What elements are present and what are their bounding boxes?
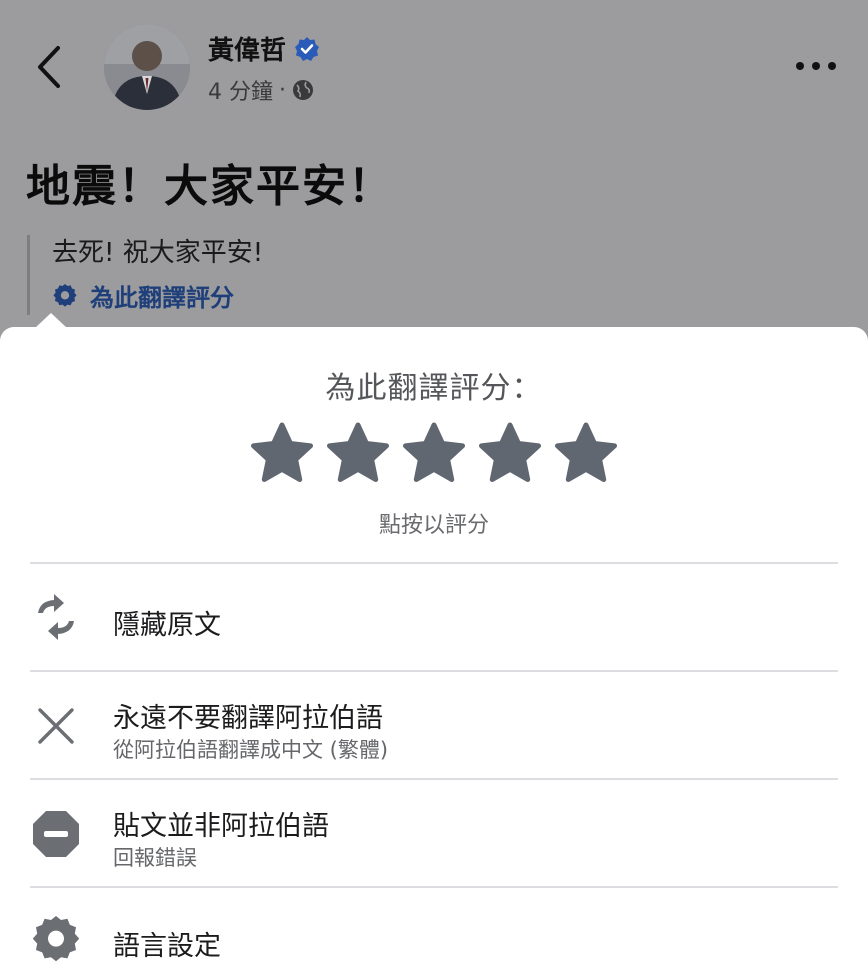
back-icon[interactable]: [30, 42, 70, 92]
sheet-title: 為此翻譯評分：: [325, 371, 543, 406]
gear-icon: [53, 283, 77, 307]
close-icon: [38, 708, 74, 744]
author-name[interactable]: 黃偉哲: [208, 30, 286, 67]
option-label: 永遠不要翻譯阿拉伯語: [113, 703, 383, 734]
avatar[interactable]: [104, 24, 190, 110]
more-options-icon[interactable]: [794, 58, 838, 74]
translation-options-sheet: 為此翻譯評分： 點按以評分 隱藏原文 永遠不要翻譯阿拉伯語 從阿拉伯語翻譯成中文…: [0, 313, 868, 979]
star-4-icon[interactable]: [478, 421, 542, 485]
star-3-icon[interactable]: [402, 421, 466, 485]
translation-quote-bar: [27, 235, 30, 315]
sheet-pointer: [35, 313, 67, 328]
tap-to-rate-hint: 點按以評分: [378, 513, 489, 538]
not-arabic-option[interactable]: 貼文並非阿拉伯語 回報錯誤: [0, 780, 868, 886]
rate-translation-link[interactable]: 為此翻譯評分: [52, 278, 234, 313]
gear-icon: [32, 916, 80, 962]
hide-original-option[interactable]: 隱藏原文: [0, 567, 868, 671]
avatar-photo-icon: [104, 24, 190, 110]
post-meta: 4 分鐘 ·: [208, 74, 314, 106]
author-name-row[interactable]: 黃偉哲: [208, 30, 320, 67]
language-settings-option[interactable]: 語言設定: [0, 888, 868, 979]
post-time: 4 分鐘: [208, 80, 273, 105]
star-1-icon[interactable]: [250, 421, 314, 485]
option-sublabel: 從阿拉伯語翻譯成中文 (繁體): [113, 738, 389, 762]
verified-badge-icon: [295, 36, 320, 61]
option-sublabel: 回報錯誤: [113, 846, 197, 870]
no-entry-icon: [33, 811, 79, 857]
swap-arrows-icon: [38, 594, 74, 640]
post-header: 黃偉哲 4 分鐘 · 地震！大家平安！ 去死! 祝大家平安! 為此翻譯評分: [0, 0, 868, 340]
globe-icon: [293, 80, 313, 100]
star-rating[interactable]: [250, 421, 618, 485]
translated-text: 去死! 祝大家平安!: [52, 238, 264, 268]
rate-link-label[interactable]: 為此翻譯評分: [90, 278, 234, 313]
never-translate-option[interactable]: 永遠不要翻譯阿拉伯語 從阿拉伯語翻譯成中文 (繁體): [0, 672, 868, 778]
star-5-icon[interactable]: [554, 421, 618, 485]
option-label: 貼文並非阿拉伯語: [113, 811, 329, 842]
divider: [30, 562, 838, 564]
option-label: 語言設定: [113, 931, 221, 962]
star-2-icon[interactable]: [326, 421, 390, 485]
post-text: 地震！大家平安！: [26, 161, 394, 212]
option-label: 隱藏原文: [113, 610, 221, 641]
meta-separator: ·: [279, 77, 286, 103]
